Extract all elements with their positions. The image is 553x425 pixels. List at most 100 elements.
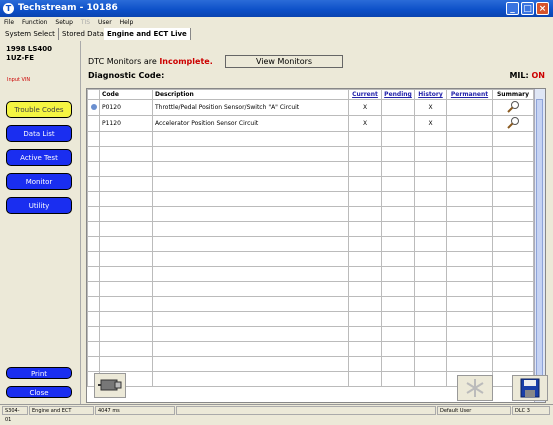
snowflake-icon[interactable]: [457, 375, 493, 401]
menu-setup[interactable]: Setup: [55, 19, 72, 26]
empty-cell: [152, 266, 349, 282]
vertical-scrollbar[interactable]: [534, 89, 545, 402]
table-row[interactable]: P1120 Accelerator Position Sensor Circui…: [87, 115, 534, 132]
empty-cell: [381, 221, 415, 237]
nav-utility[interactable]: Utility: [6, 197, 72, 214]
empty-cell: [348, 341, 382, 357]
menu-function[interactable]: Function: [22, 19, 48, 26]
empty-cell: [381, 356, 415, 372]
table-row-empty: [87, 191, 534, 207]
empty-cell: [492, 176, 534, 192]
input-vin-link[interactable]: Input VIN: [7, 77, 30, 83]
tab-stored-data[interactable]: Stored Data: [59, 28, 108, 40]
nav-data-list[interactable]: Data List: [6, 125, 72, 142]
table-row-empty: [87, 326, 534, 342]
nav-active-test[interactable]: Active Test: [6, 149, 72, 166]
empty-cell: [414, 236, 447, 252]
col-code[interactable]: Code: [99, 89, 153, 100]
empty-cell: [414, 251, 447, 267]
table-row-empty: [87, 176, 534, 192]
nav-trouble-codes[interactable]: Trouble Codes: [6, 101, 72, 118]
empty-cell: [99, 356, 153, 372]
empty-cell: [87, 176, 100, 192]
table-row-empty: [87, 281, 534, 297]
monitors-prefix: DTC Monitors are: [88, 57, 157, 66]
close-button[interactable]: Close: [6, 386, 72, 398]
empty-cell: [381, 146, 415, 162]
empty-cell: [152, 371, 349, 387]
empty-cell: [348, 281, 382, 297]
empty-cell: [99, 341, 153, 357]
tab-system-select[interactable]: System Select: [2, 28, 59, 40]
col-permanent[interactable]: Permanent: [446, 89, 493, 100]
empty-cell: [446, 341, 493, 357]
empty-cell: [99, 281, 153, 297]
menu-user[interactable]: User: [98, 19, 112, 26]
col-summary[interactable]: Summary: [492, 89, 534, 100]
table-row-empty: [87, 221, 534, 237]
maximize-button[interactable]: □: [521, 2, 534, 15]
col-description[interactable]: Description: [152, 89, 349, 100]
empty-cell: [414, 161, 447, 177]
view-monitors-button[interactable]: View Monitors: [225, 55, 343, 68]
empty-cell: [87, 236, 100, 252]
col-current[interactable]: Current: [348, 89, 382, 100]
empty-cell: [87, 296, 100, 312]
dtc-history: X: [414, 115, 447, 132]
empty-cell: [381, 281, 415, 297]
menu-help[interactable]: Help: [120, 19, 134, 26]
window-title: Techstream - 10186: [18, 3, 118, 13]
scrollbar-thumb[interactable]: [536, 99, 543, 389]
connector-icon[interactable]: [94, 373, 126, 398]
empty-cell: [492, 146, 534, 162]
nav-monitor[interactable]: Monitor: [6, 173, 72, 190]
empty-cell: [414, 131, 447, 147]
tab-engine-ect-live[interactable]: Engine and ECT Live: [104, 28, 191, 40]
dtc-table: Code Description Current Pending History…: [86, 88, 546, 403]
mil-label: MIL:: [509, 71, 529, 80]
empty-cell: [87, 251, 100, 267]
magnifier-icon[interactable]: [492, 99, 534, 116]
table-row-empty: [87, 206, 534, 222]
empty-cell: [99, 221, 153, 237]
empty-cell: [492, 296, 534, 312]
save-icon[interactable]: [512, 375, 548, 401]
diagnostic-code-label: Diagnostic Code:: [88, 71, 165, 80]
left-panel: 1998 LS400 1UZ-FE Input VIN Trouble Code…: [0, 41, 81, 404]
empty-cell: [446, 266, 493, 282]
empty-cell: [381, 161, 415, 177]
empty-cell: [381, 266, 415, 282]
close-window-button[interactable]: ×: [536, 2, 549, 15]
menu-file[interactable]: File: [4, 19, 14, 26]
monitors-status: Incomplete.: [159, 57, 213, 66]
col-history[interactable]: History: [414, 89, 447, 100]
empty-cell: [87, 326, 100, 342]
empty-cell: [348, 266, 382, 282]
empty-cell: [446, 146, 493, 162]
empty-cell: [87, 341, 100, 357]
menu-tis: TIS: [80, 19, 91, 26]
empty-cell: [99, 236, 153, 252]
empty-cell: [446, 176, 493, 192]
col-pending[interactable]: Pending: [381, 89, 415, 100]
minimize-button[interactable]: _: [506, 2, 519, 15]
dtc-code: P0120: [99, 99, 153, 116]
print-button[interactable]: Print: [6, 367, 72, 379]
app-icon: T: [3, 3, 14, 14]
empty-cell: [87, 221, 100, 237]
empty-cell: [348, 191, 382, 207]
magnifier-icon[interactable]: [492, 115, 534, 132]
empty-cell: [99, 206, 153, 222]
empty-cell: [414, 221, 447, 237]
empty-cell: [414, 356, 447, 372]
empty-cell: [152, 296, 349, 312]
table-row[interactable]: P0120 Throttle/Pedal Position Sensor/Swi…: [87, 99, 534, 116]
empty-cell: [348, 161, 382, 177]
col-select: [87, 89, 100, 100]
empty-cell: [414, 206, 447, 222]
table-header-row: Code Description Current Pending History…: [87, 89, 534, 100]
empty-cell: [348, 326, 382, 342]
table-row-empty: [87, 266, 534, 282]
empty-cell: [446, 221, 493, 237]
empty-cell: [99, 161, 153, 177]
